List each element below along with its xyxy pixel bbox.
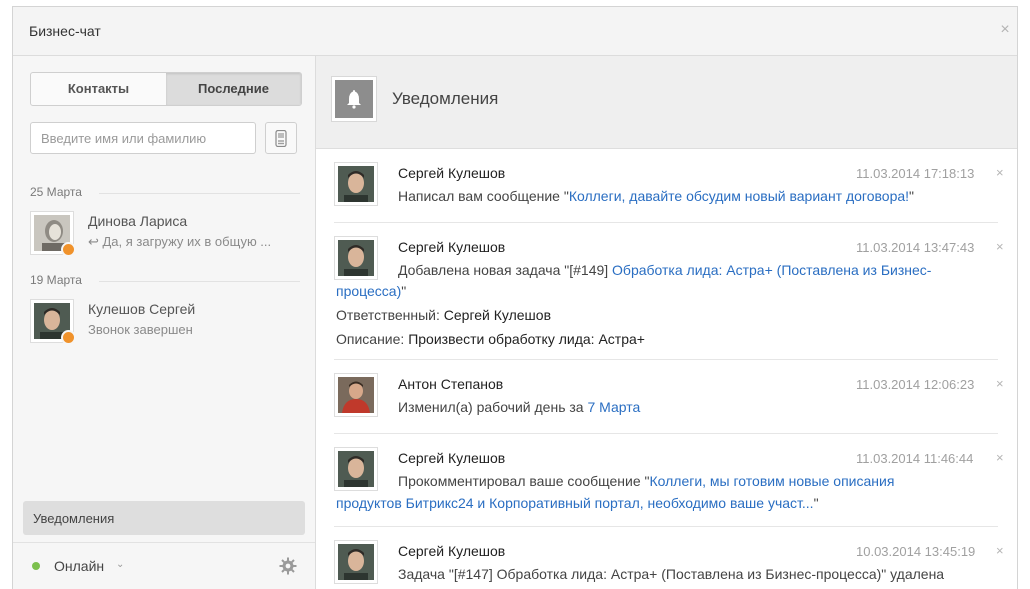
notification-author[interactable]: Антон Степанов (398, 376, 503, 392)
business-chat-window: Бизнес-чат × Контакты Последние 25 Марта (12, 6, 1018, 589)
task-link[interactable]: Обработка лида: Астра+ (Поставлена из Би… (612, 262, 931, 278)
panel-header: Уведомления (316, 56, 1017, 149)
avatar (334, 373, 378, 417)
contact-name: Кулешов Сергей (88, 301, 196, 317)
divider (334, 359, 998, 360)
notification-text: процесса)" (336, 283, 407, 299)
bell-avatar (331, 76, 377, 122)
presence-status (61, 242, 76, 257)
close-icon[interactable]: × (997, 21, 1013, 39)
notification-date: 11.03.2014 17:18:13 (856, 166, 975, 181)
status-selector[interactable]: Онлайн (54, 558, 104, 574)
tab-contacts[interactable]: Контакты (31, 73, 166, 105)
notification-text: продуктов Битрикс24 и Корпоративный порт… (336, 495, 819, 511)
dismiss-icon[interactable]: × (996, 239, 1004, 254)
notification-date: 11.03.2014 13:47:43 (856, 240, 975, 255)
contact-item[interactable]: Динова Лариса ↩ Да, я загружу их в общую… (30, 211, 300, 265)
avatar (334, 162, 378, 206)
dismiss-icon[interactable]: × (996, 450, 1004, 465)
notification-text: Добавлена новая задача "[#149] Обработка… (398, 262, 932, 278)
contact-last-message: Звонок завершен (88, 322, 193, 337)
contact-tabs: Контакты Последние (30, 72, 302, 106)
presence-status (61, 330, 76, 345)
notification-text: Написал вам сообщение "Коллеги, давайте … (398, 188, 915, 204)
notification-text: Задача "[#147] Обработка лида: Астра+ (П… (398, 566, 945, 582)
contact-name: Динова Лариса (88, 213, 188, 229)
notification-author[interactable]: Сергей Кулешов (398, 239, 505, 255)
avatar (30, 211, 76, 257)
divider (99, 193, 300, 194)
notification-text: Изменил(а) рабочий день за 7 Марта (398, 399, 641, 415)
notification-text: Прокомментировал ваше сообщение "Коллеги… (398, 473, 895, 489)
tab-recent[interactable]: Последние (166, 73, 301, 105)
notification-author[interactable]: Сергей Кулешов (398, 450, 505, 466)
divider (334, 222, 998, 223)
phone-icon (275, 130, 287, 147)
divider (99, 281, 300, 282)
avatar (334, 447, 378, 491)
notification-author[interactable]: Сергей Кулешов (398, 165, 505, 181)
group-date: 25 Марта (30, 185, 82, 199)
contact-item[interactable]: Кулешов Сергей Звонок завершен (30, 299, 300, 353)
avatar (334, 236, 378, 280)
contact-last-message: ↩ Да, я загружу их в общую ... (88, 234, 272, 249)
task-link[interactable]: процесса) (336, 283, 401, 299)
dismiss-icon[interactable]: × (996, 543, 1004, 558)
window-title: Бизнес-чат (29, 23, 101, 39)
group-date: 19 Марта (30, 273, 82, 287)
notification-date: 11.03.2014 11:46:44 (856, 451, 974, 466)
chevron-down-icon[interactable]: ⌄ (116, 559, 124, 570)
description-field: Описание: Произвести обработку лида: Аст… (336, 331, 645, 347)
divider (334, 433, 998, 434)
avatar (30, 299, 76, 345)
date-link[interactable]: 7 Марта (587, 399, 640, 415)
search-input[interactable] (30, 122, 256, 154)
sidebar: Контакты Последние 25 Марта (13, 56, 316, 589)
notifications-label: Уведомления (33, 511, 115, 526)
dismiss-icon[interactable]: × (996, 165, 1004, 180)
panel-title: Уведомления (392, 89, 499, 108)
message-link[interactable]: Коллеги, мы готовим новые описания (649, 473, 894, 489)
notification-feed: Сергей Кулешов 11.03.2014 17:18:13 × Нап… (316, 149, 1017, 589)
phone-button[interactable] (265, 122, 297, 154)
notification-date: 10.03.2014 13:45:19 (856, 544, 976, 559)
titlebar: Бизнес-чат × (13, 7, 1017, 56)
gear-icon[interactable] (279, 557, 297, 575)
message-link[interactable]: Коллеги, давайте обсудим новый вариант д… (569, 188, 909, 204)
dismiss-icon[interactable]: × (996, 376, 1004, 391)
message-link[interactable]: продуктов Битрикс24 и Корпоративный порт… (336, 495, 814, 511)
divider (334, 526, 998, 527)
notification-author[interactable]: Сергей Кулешов (398, 543, 505, 559)
status-bar: Онлайн ⌄ (13, 542, 315, 589)
notifications-button[interactable]: Уведомления (23, 501, 305, 535)
notifications-panel: Уведомления Сергей Кулешов 11.03.2014 17… (316, 56, 1017, 589)
online-status-icon (32, 562, 40, 570)
avatar (334, 540, 378, 584)
bell-icon (347, 90, 361, 109)
notification-date: 11.03.2014 12:06:23 (856, 377, 975, 392)
responsible-field: Ответственный: Сергей Кулешов (336, 307, 552, 323)
